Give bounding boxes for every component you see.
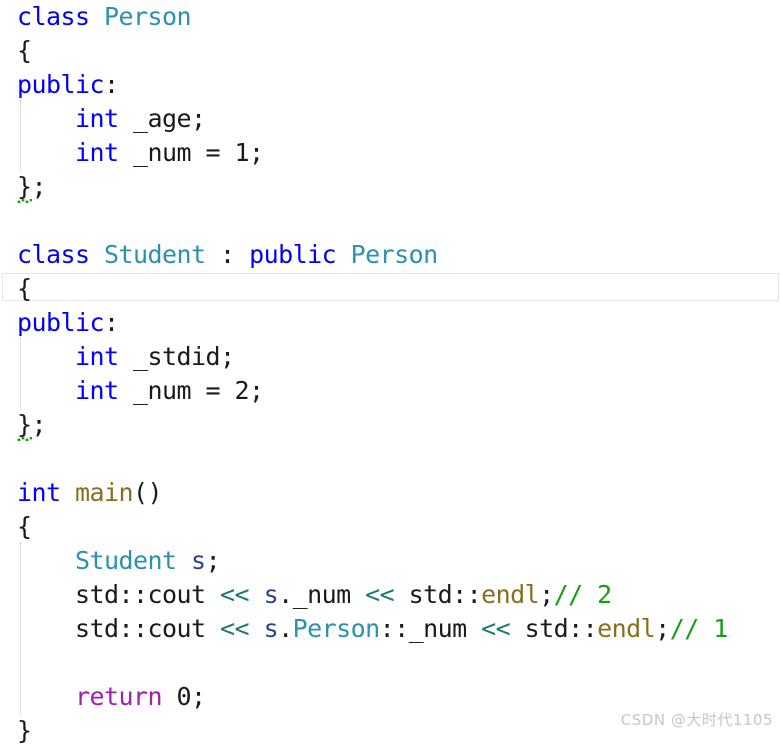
token-keyword: int <box>75 138 119 167</box>
token-keyword: int <box>17 478 61 507</box>
token-plain: ::_num <box>379 614 482 643</box>
token-type: Student <box>104 240 206 269</box>
token-plain: _num = 1; <box>118 138 264 167</box>
token-plain: std::cout <box>17 614 221 643</box>
code-line[interactable] <box>0 442 781 476</box>
token-function: endl <box>597 614 656 643</box>
code-line[interactable]: int _age; <box>0 102 781 136</box>
code-line[interactable]: }; <box>0 408 781 442</box>
code-line[interactable]: { <box>0 510 781 544</box>
token-plain: std:: <box>510 614 598 643</box>
token-plain: std::cout <box>17 580 221 609</box>
token-plain: . <box>278 614 293 643</box>
token-punct: ; <box>31 410 47 439</box>
token-keyword: class <box>17 240 90 269</box>
token-punct: } <box>17 716 32 745</box>
code-line[interactable]: { <box>0 272 781 306</box>
token-plain: ._num <box>278 580 366 609</box>
csdn-watermark: CSDN @大时代1105 <box>620 711 773 729</box>
code-line[interactable]: std::cout << s._num << std::endl;// 2 <box>0 578 781 612</box>
token-keyword: public <box>249 240 337 269</box>
token-keyword: public <box>17 308 105 337</box>
token-plain: std:: <box>394 580 482 609</box>
token-operator: << <box>220 580 250 609</box>
token-plain: ; <box>655 614 670 643</box>
token-punct: } <box>17 170 32 204</box>
token-plain: _stdid; <box>118 342 235 371</box>
token-punct: { <box>17 512 32 541</box>
token-type: Person <box>104 2 192 31</box>
code-line[interactable]: std::cout << s.Person::_num << std::endl… <box>0 612 781 646</box>
token-keyword: int <box>75 342 119 371</box>
token-plain: ; <box>205 546 221 575</box>
token-variable: s <box>263 580 279 609</box>
token-operator: << <box>220 614 250 643</box>
token-keyword: class <box>17 2 90 31</box>
token-keyword: int <box>75 376 119 405</box>
token-punct: ; <box>31 172 47 201</box>
token-variable: s <box>263 614 279 643</box>
token-operator: << <box>481 614 511 643</box>
code-line[interactable]: Student s; <box>0 544 781 578</box>
code-line[interactable]: int main() <box>0 476 781 510</box>
code-line[interactable]: public: <box>0 306 781 340</box>
token-type: Student <box>75 546 177 575</box>
code-line[interactable]: { <box>0 34 781 68</box>
token-type: Person <box>292 614 381 643</box>
token-plain: () <box>133 478 163 507</box>
token-comment: // 1 <box>669 614 729 643</box>
token-operator: << <box>365 580 395 609</box>
token-plain: _age; <box>118 104 206 133</box>
code-line[interactable]: public: <box>0 68 781 102</box>
code-editor-surface[interactable]: class Person{public: int _age; int _num … <box>0 0 781 745</box>
token-punct: : <box>104 308 119 337</box>
token-function: endl <box>481 580 540 609</box>
token-control: return <box>75 682 163 711</box>
token-plain: : <box>205 240 250 269</box>
token-plain: ; <box>539 580 554 609</box>
token-punct: : <box>104 70 119 99</box>
code-line[interactable]: class Student : public Person <box>0 238 781 272</box>
token-function: main <box>75 478 134 507</box>
token-comment: // 2 <box>553 580 613 609</box>
code-line[interactable]: int _num = 1; <box>0 136 781 170</box>
token-variable: s <box>191 546 206 575</box>
code-line[interactable] <box>0 646 781 680</box>
token-plain: 0; <box>162 682 207 711</box>
token-type: Person <box>350 240 439 269</box>
code-line[interactable]: class Person <box>0 0 781 34</box>
code-line[interactable] <box>0 204 781 238</box>
token-keyword: int <box>75 104 119 133</box>
token-keyword: public <box>17 70 105 99</box>
code-line[interactable]: }; <box>0 170 781 204</box>
token-plain: _num = 2; <box>118 376 264 405</box>
token-punct: { <box>17 274 32 303</box>
code-line[interactable]: int _stdid; <box>0 340 781 374</box>
token-punct: { <box>17 36 32 65</box>
code-line[interactable]: int _num = 2; <box>0 374 781 408</box>
token-punct: } <box>17 408 32 442</box>
